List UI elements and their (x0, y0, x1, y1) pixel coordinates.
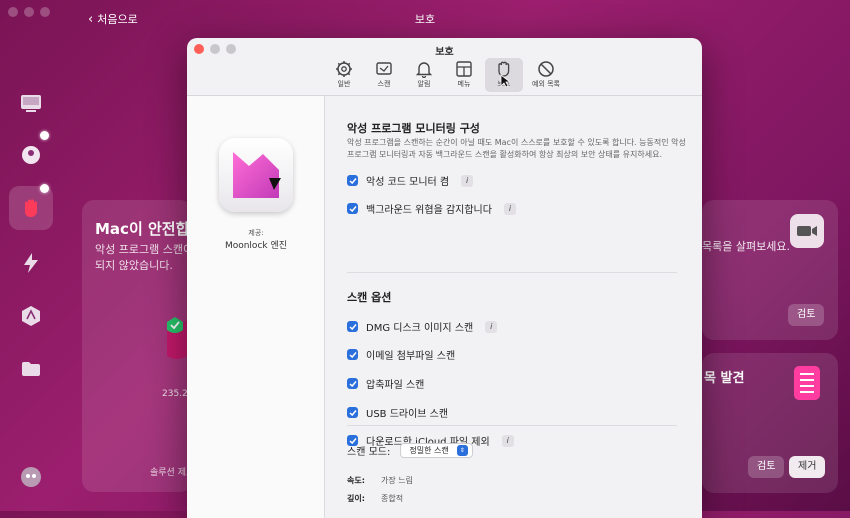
notification-dot (40, 131, 49, 140)
sidebar-item-performance[interactable] (18, 250, 44, 276)
scan-options-title: 스캔 옵션 (347, 291, 392, 304)
scan-mode-select[interactable]: 정밀한 스캔 ⇕ (400, 443, 473, 458)
scan-mode-value: 정밀한 스캔 (409, 446, 449, 455)
menu-icon (456, 61, 472, 77)
chevron-updown-icon: ⇕ (456, 445, 468, 456)
option-archives[interactable]: 압축파일 스캔 (347, 376, 424, 391)
remove-button[interactable]: 제거 (789, 456, 826, 478)
threats-review-button[interactable]: 검토 (748, 456, 785, 478)
status-card: Mac이 안전합니 악성 프로그램 스캔이 되지 않았습니다. 235.2 솔루… (82, 200, 203, 492)
tab-label: 스캔 (377, 80, 391, 88)
tab-label: 예외 목록 (532, 80, 560, 88)
info-icon[interactable]: i (461, 174, 474, 187)
gear-icon (336, 61, 352, 77)
option-background-threats[interactable]: 백그라운드 위협을 감지합니다 i (347, 201, 516, 216)
cursor-icon (500, 74, 510, 88)
page-title: 보호 (414, 13, 436, 26)
window-title: 보호 (435, 47, 454, 58)
disc-icon (22, 146, 40, 164)
option-label: 악성 코드 모니터 켬 (366, 177, 450, 188)
sidebar-item-privacy[interactable] (18, 142, 44, 168)
folder-icon (22, 362, 40, 376)
tab-notifications[interactable]: 알림 (405, 58, 443, 92)
checkmark-icon (348, 409, 357, 416)
status-card-description: 악성 프로그램 스캔이 되지 않았습니다. (95, 243, 194, 272)
tab-label: 메뉴 (457, 80, 471, 88)
option-label: 압축파일 스캔 (366, 380, 425, 391)
monitoring-section-title: 악성 프로그램 모니터링 구성 (347, 122, 480, 135)
section-divider (347, 272, 677, 273)
assistant-icon (21, 467, 41, 487)
option-usb-drives[interactable]: USB 드라이브 스캔 (347, 405, 448, 420)
moonlock-app-icon (219, 138, 293, 212)
notification-dot (40, 184, 49, 193)
tab-general[interactable]: 일반 (325, 58, 363, 92)
checkbox[interactable] (347, 203, 358, 214)
checkmark-icon (348, 177, 357, 184)
option-label: 이메일 첨부파일 스캔 (366, 351, 456, 362)
sidebar-item-protection[interactable] (18, 195, 44, 221)
scan-icon (376, 62, 392, 75)
review-card: 목록을 살펴보세요. 검토 (702, 200, 838, 340)
checkbox[interactable] (347, 175, 358, 186)
option-dmg-scan[interactable]: DMG 디스크 이미지 스캔 i (347, 319, 498, 334)
sidebar-assistant[interactable] (18, 464, 44, 490)
engine-pane: 제공: Moonlock 엔진 (187, 96, 325, 518)
prohibited-icon (538, 61, 554, 77)
option-malware-monitor[interactable]: 악성 코드 모니터 켬 i (347, 173, 474, 188)
option-label: 백그라운드 위협을 감지합니다 (366, 205, 492, 216)
checkbox[interactable] (347, 321, 358, 332)
sidebar-item-files[interactable] (18, 356, 44, 382)
option-email-attachments[interactable]: 이메일 첨부파일 스캔 (347, 347, 455, 362)
threats-card: 목 발견 검토 제거 (702, 353, 838, 493)
review-button[interactable]: 검토 (788, 304, 825, 326)
tab-scan[interactable]: 스캔 (365, 58, 403, 92)
checkmark-icon (348, 380, 357, 387)
info-icon[interactable]: i (503, 202, 516, 215)
checkbox[interactable] (347, 349, 358, 360)
info-icon[interactable]: i (501, 434, 514, 447)
tab-exclusions[interactable]: 예외 목록 (525, 58, 567, 92)
camera-icon (790, 214, 824, 248)
scan-mode-row: 스캔 모드: 정밀한 스캔 ⇕ (347, 443, 473, 458)
monitor-icon (21, 95, 41, 112)
option-label: DMG 디스크 이미지 스캔 (366, 323, 474, 334)
bell-icon (415, 62, 433, 78)
settings-toolbar: 일반 스캔 알림 메뉴 보호 예외 목록 (187, 58, 702, 96)
info-icon[interactable]: i (485, 320, 498, 333)
review-card-description: 목록을 살펴보세요. (702, 240, 790, 253)
checkmark-icon (348, 323, 357, 330)
sidebar-item-applications[interactable] (18, 303, 44, 329)
list-document-icon (794, 366, 820, 400)
sidebar-item-cleanup[interactable] (18, 90, 44, 116)
shield-icon (167, 317, 187, 359)
checkmark-icon (348, 205, 357, 212)
app-titlebar: ‹ 처음으로 보호 (0, 0, 850, 36)
monitoring-section-description: 악성 프로그램을 스캔하는 순간이 아닐 때도 Mac이 스스로를 보호할 수 … (347, 138, 686, 159)
option-label: USB 드라이브 스캔 (366, 409, 449, 420)
database-stat: 235.2 (162, 389, 188, 399)
provider-label: 제공: (248, 229, 264, 237)
hand-icon (25, 199, 37, 217)
lightning-icon (24, 253, 38, 273)
checkbox[interactable] (347, 407, 358, 418)
checkbox[interactable] (347, 378, 358, 389)
tab-label: 알림 (417, 80, 431, 88)
threats-card-title: 목 발견 (704, 371, 745, 386)
provider-name: Moonlock 엔진 (224, 241, 288, 251)
tab-menu[interactable]: 메뉴 (445, 58, 483, 92)
tab-label: 일반 (337, 80, 351, 88)
scan-mode-label: 스캔 모드: (347, 447, 391, 458)
checkmark-icon (348, 351, 357, 358)
app-store-icon (22, 306, 40, 326)
